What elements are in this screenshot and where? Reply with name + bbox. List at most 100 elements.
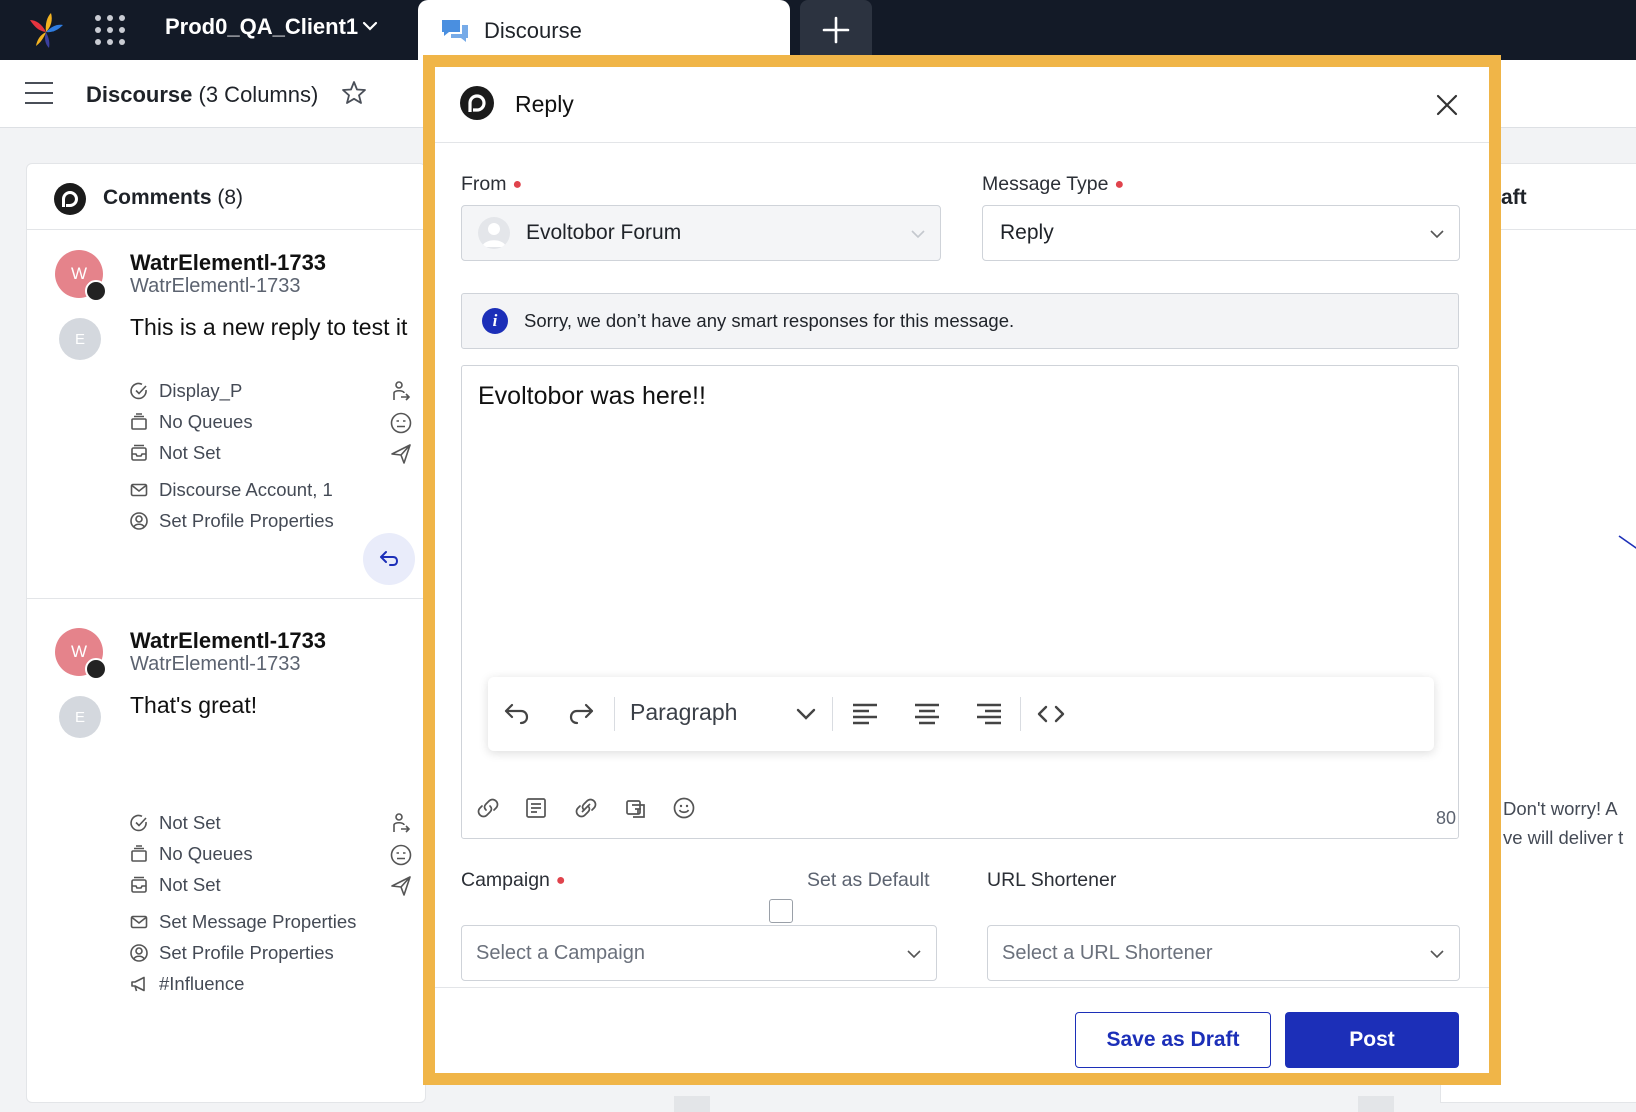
modal-footer: Save as Draft Post <box>435 987 1489 1073</box>
discourse-badge-icon <box>85 280 107 302</box>
property-row[interactable]: Discourse Account, 1 <box>129 479 333 501</box>
star-icon[interactable] <box>340 79 368 107</box>
empty-state-text: Don't worry! A <box>1503 798 1618 819</box>
send-icon[interactable] <box>389 874 413 898</box>
column-title: Comments (8) <box>103 186 244 209</box>
toolbar-separator <box>832 697 833 731</box>
toolbar-separator <box>614 697 615 731</box>
assign-user-icon[interactable] <box>389 812 413 836</box>
inbox-icon <box>131 876 147 893</box>
comment-text: This is a new reply to test it <box>130 314 408 340</box>
megaphone-icon <box>131 976 145 992</box>
align-right-icon[interactable] <box>974 699 1004 729</box>
required-dot: ● <box>1114 176 1125 193</box>
avatar[interactable]: W <box>55 250 107 302</box>
align-left-icon[interactable] <box>850 699 880 729</box>
tab-discourse[interactable]: Discourse <box>418 0 790 62</box>
author-name[interactable]: WatrElementl-1733 <box>130 628 326 654</box>
code-view-icon[interactable] <box>1036 699 1066 729</box>
avatar[interactable]: W <box>55 628 107 680</box>
template-icon[interactable] <box>524 796 548 820</box>
add-tab-button[interactable] <box>800 0 872 58</box>
reply-modal: Reply From ● Evoltobor Forum Message Type… <box>423 55 1501 1085</box>
property-row[interactable]: Set Profile Properties <box>129 942 334 964</box>
info-icon: i <box>482 308 508 334</box>
empty-state-text: ve will deliver t <box>1503 827 1624 848</box>
sentiment-neutral-icon[interactable] <box>389 411 413 435</box>
discourse-badge-icon <box>85 658 107 680</box>
comment-item[interactable]: W E WatrElementl-1733 WatrElementl-1733 … <box>27 628 425 1048</box>
workspace-name[interactable]: Prod0_QA_Client1 <box>165 14 358 40</box>
campaign-label: Campaign ● <box>461 869 566 891</box>
property-row[interactable]: #Influence <box>129 973 244 995</box>
required-dot: ● <box>512 176 523 193</box>
author-handle: WatrElementl-1733 <box>130 275 301 297</box>
emoji-icon[interactable] <box>672 796 696 820</box>
property-row[interactable]: Not Set <box>129 874 221 896</box>
user-circle-icon <box>130 512 148 530</box>
message-type-select[interactable]: Reply <box>982 205 1460 261</box>
reply-button[interactable] <box>363 533 415 585</box>
message-type-label: Message Type ● <box>982 173 1125 195</box>
formatting-toolbar: Paragraph <box>488 677 1434 751</box>
column-header: Comments (8) <box>27 164 425 230</box>
mail-icon <box>130 915 148 929</box>
message-editor[interactable]: Evoltobor was here!! Paragraph 80 <box>461 365 1459 839</box>
author-handle: WatrElementl-1733 <box>130 653 301 675</box>
property-row[interactable]: No Queues <box>129 843 253 865</box>
column-divider <box>1358 1096 1394 1112</box>
discourse-icon <box>54 183 86 215</box>
chevron-down-icon[interactable] <box>360 16 380 36</box>
insert-text-icon[interactable] <box>624 796 648 820</box>
comment-item[interactable]: W E WatrElementl-1733 WatrElementl-1733 … <box>27 250 425 585</box>
column-divider <box>674 1096 710 1112</box>
app-launcher-icon[interactable] <box>92 12 128 48</box>
undo-icon[interactable] <box>502 699 532 729</box>
property-row[interactable]: Display_P <box>129 380 242 402</box>
from-select[interactable]: Evoltobor Forum <box>461 205 941 261</box>
paragraph-style-select[interactable]: Paragraph <box>630 699 737 726</box>
property-row[interactable]: Not Set <box>129 812 221 834</box>
property-row[interactable]: Not Set <box>129 442 221 464</box>
chevron-down-icon <box>911 230 925 239</box>
chevron-down-icon <box>1430 950 1444 959</box>
link-icon[interactable] <box>476 796 500 820</box>
app-logo-icon[interactable] <box>26 10 66 50</box>
align-center-icon[interactable] <box>912 699 942 729</box>
assign-user-icon[interactable] <box>389 380 413 404</box>
inbox-icon <box>131 444 147 461</box>
post-button[interactable]: Post <box>1285 1012 1459 1068</box>
secondary-avatar: E <box>59 318 101 360</box>
column-title: aft <box>1501 186 1527 209</box>
set-as-default-checkbox[interactable] <box>769 899 793 923</box>
send-icon[interactable] <box>389 442 413 466</box>
editor-content[interactable]: Evoltobor was here!! <box>478 382 706 411</box>
chevron-down-icon[interactable] <box>794 699 818 729</box>
short-link-icon[interactable] <box>574 796 598 820</box>
discourse-icon <box>460 86 494 120</box>
modal-title: Reply <box>515 91 574 117</box>
from-value: Evoltobor Forum <box>526 221 682 244</box>
close-icon[interactable] <box>1435 93 1459 117</box>
save-as-draft-button[interactable]: Save as Draft <box>1075 1012 1271 1068</box>
notice-text: Sorry, we don’t have any smart responses… <box>524 310 1015 331</box>
menu-icon[interactable] <box>24 80 54 106</box>
status-check-icon <box>130 382 147 400</box>
page-title: Discourse (3 Columns) <box>86 82 319 107</box>
chevron-down-icon <box>1430 230 1444 239</box>
property-row[interactable]: Set Profile Properties <box>129 510 334 532</box>
property-row[interactable]: Set Message Properties <box>129 911 356 933</box>
author-name[interactable]: WatrElementl-1733 <box>130 250 326 276</box>
chat-bubbles-icon <box>442 20 468 42</box>
set-as-default-label[interactable]: Set as Default <box>807 869 929 892</box>
mail-icon <box>130 483 148 497</box>
from-label: From ● <box>461 173 523 195</box>
property-row[interactable]: No Queues <box>129 411 253 433</box>
divider <box>27 598 425 599</box>
redo-icon[interactable] <box>566 699 596 729</box>
sentiment-neutral-icon[interactable] <box>389 843 413 867</box>
chevron-down-icon <box>907 950 921 959</box>
account-avatar-icon <box>478 217 510 249</box>
campaign-select[interactable]: Select a Campaign <box>461 925 937 981</box>
url-shortener-select[interactable]: Select a URL Shortener <box>987 925 1460 981</box>
